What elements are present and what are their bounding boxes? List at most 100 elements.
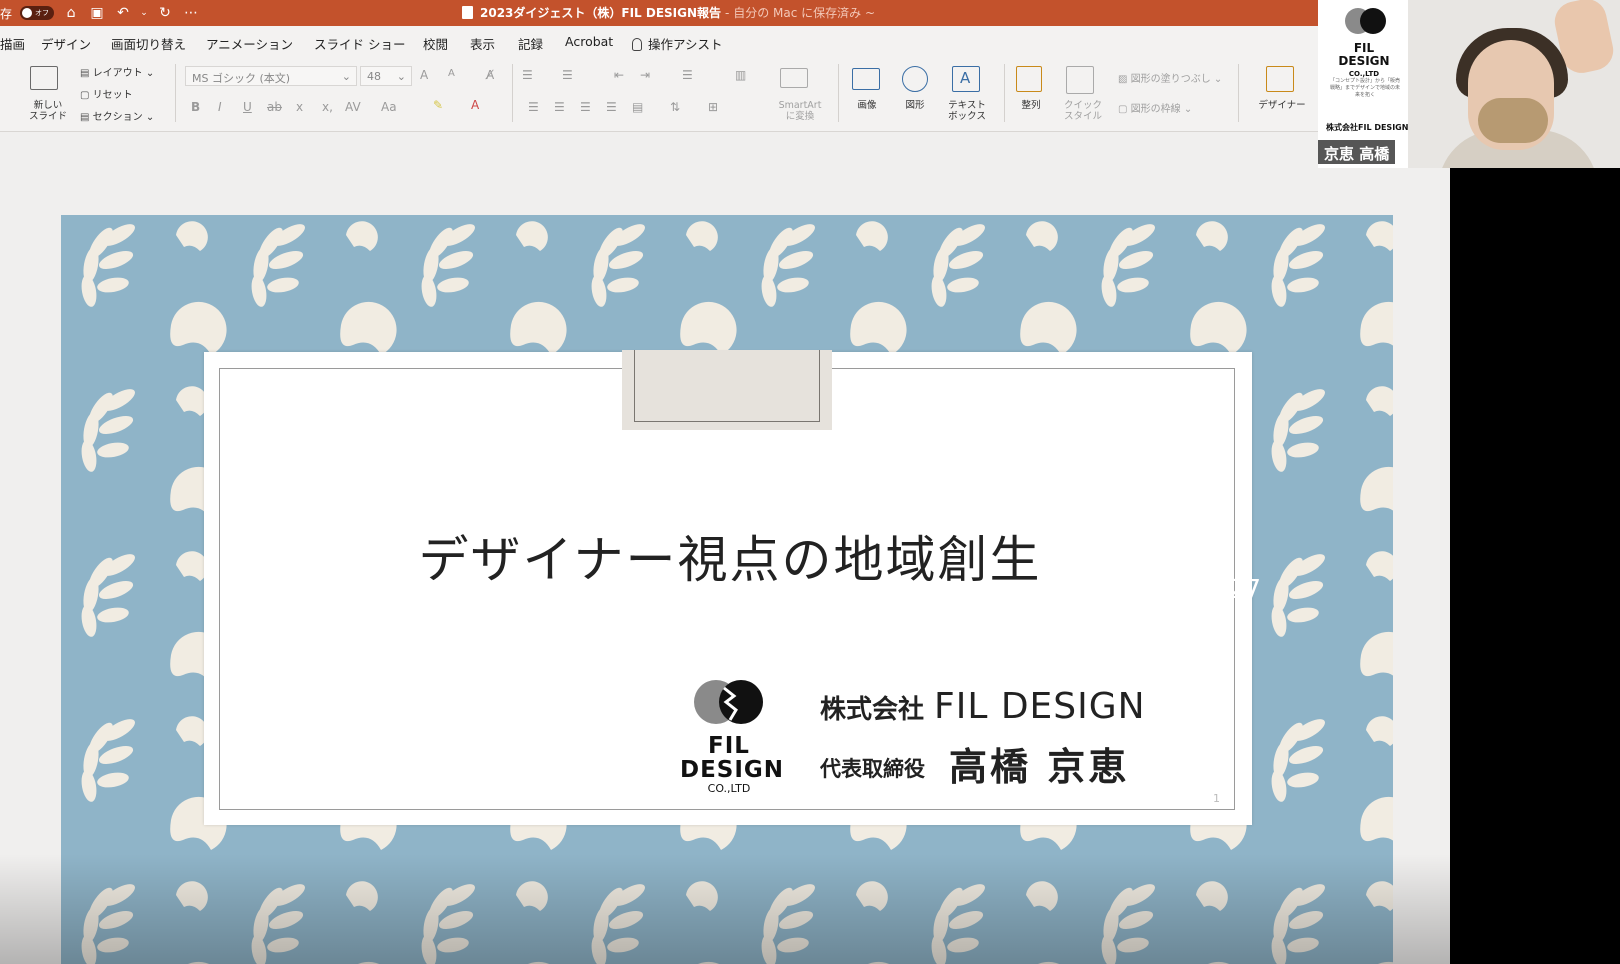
tell-me-assist[interactable]: 操作アシスト [632,34,723,53]
tab-draw[interactable]: 描画 [0,34,25,53]
underline-icon[interactable]: U [243,100,252,114]
ribbon-divider [838,64,839,122]
align-text-icon[interactable]: ⊞ [708,100,718,114]
tab-design[interactable]: デザイン [41,34,91,53]
designer-icon[interactable] [1266,66,1294,92]
increase-font-icon[interactable]: A [420,68,428,82]
layout-label: レイアウト [92,68,143,79]
textbox-icon[interactable]: A [952,66,980,92]
bottom-fade [0,854,1450,964]
char-spacing-icon[interactable]: AV [345,100,361,114]
section-button[interactable]: ▤ セクション ⌄ [80,108,154,123]
subscript-icon[interactable]: x, [322,100,333,114]
participant-video[interactable]: FIL DESIGN CO.,LTD 「コンセプト設計」から「販売戦略」までデザ… [1318,0,1620,168]
bullets-icon[interactable]: ☰ [522,68,533,82]
superscript-icon[interactable]: x [296,100,303,114]
font-size-select[interactable]: 48 ⌄ [360,66,412,86]
new-slide-button[interactable]: 新しい スライド [26,100,70,122]
ribbon-divider [175,64,176,122]
logo-text-fil: FIL [708,733,750,759]
text-direction-icon[interactable]: ⇅ [670,100,680,114]
quick-style-icon[interactable] [1066,66,1094,94]
designer-button[interactable]: デザイナー [1250,100,1314,111]
slide-page-number: 1 [1213,792,1220,805]
rep-role: 代表取締役 [820,757,925,781]
pen-icon: ▢ [1118,104,1131,115]
company-brand: FIL DESIGN [934,686,1146,727]
tab-acrobat[interactable]: Acrobat [565,34,613,49]
reset-button[interactable]: ▢ リセット [80,86,133,101]
save-status[interactable]: - 自分の Mac に保存済み ~ [725,4,875,21]
tab-review[interactable]: 校閲 [423,34,448,53]
shapes-icon[interactable] [902,66,928,92]
ribbon-divider [512,64,513,122]
participant-mask [1478,98,1548,143]
save-icon[interactable]: ▣ [88,4,106,22]
ribbon-toolbar: 新しい スライド ▤ レイアウト ⌄ ▢ リセット ▤ セクション ⌄ MS ゴ… [0,56,1318,132]
new-slide-icon[interactable] [30,66,58,90]
autosave-toggle[interactable]: オフ [20,6,55,20]
shapes-button[interactable]: 図形 [898,100,932,111]
shape-fill-button[interactable]: ▨ 図形の塗りつぶし ⌄ [1118,70,1222,85]
tab-transitions[interactable]: 画面切り替え [111,34,186,53]
mini-brand-design: DESIGN [1338,54,1390,68]
tab-slideshow[interactable]: スライド ショー [314,34,405,53]
highlight-icon[interactable]: ✎ [433,98,443,112]
chevron-down-icon[interactable]: ⌄ [140,4,148,22]
align-center-icon[interactable]: ☰ [554,100,565,114]
columns-icon[interactable]: ▥ [735,68,746,82]
assist-label: 操作アシスト [648,37,723,52]
company-name[interactable]: 株式会社 FIL DESIGN [820,686,1146,727]
clear-format-icon[interactable]: A̸ [486,68,494,82]
font-size-value: 48 [367,70,381,83]
increase-indent-icon[interactable]: ⇥ [640,68,650,82]
company-prefix: 株式会社 [820,695,925,725]
decrease-font-icon[interactable]: A [448,68,455,79]
image-icon[interactable] [852,68,880,90]
font-name-select[interactable]: MS ゴシック (本文) ⌄ [185,66,357,86]
font-name-value: MS ゴシック (本文) [192,72,291,85]
more-icon[interactable]: ⋯ [182,4,200,22]
align-left-icon[interactable]: ☰ [528,100,539,114]
image-button[interactable]: 画像 [850,100,884,111]
logo-text-co: CO.,LTD [707,782,751,795]
strikethrough-icon[interactable]: ab [267,100,282,114]
rep-name: 高橋 京恵 [949,745,1130,789]
redo-icon[interactable]: ↻ [156,4,174,22]
textbox-button[interactable]: テキスト ボックス [942,100,992,122]
quick-style-button[interactable]: クイック スタイル [1058,100,1108,122]
shape-outline-button[interactable]: ▢ 図形の枠線 ⌄ [1118,100,1192,115]
lightbulb-icon [632,38,642,51]
numbering-icon[interactable]: ☰ [562,68,573,82]
convert-smartart-button[interactable]: SmartArt に変換 [770,100,830,122]
decrease-indent-icon[interactable]: ⇤ [614,68,624,82]
arrange-button[interactable]: 整列 [1014,100,1048,111]
shape-fill-label: 図形の塗りつぶし [1130,74,1211,85]
tab-record[interactable]: 記録 [518,34,543,53]
bold-icon[interactable]: B [191,100,200,114]
home-icon[interactable]: ⌂ [62,4,80,22]
tab-animations[interactable]: アニメーション [206,34,293,53]
slide-title[interactable]: デザイナー視点の地域創生 [300,520,1160,592]
undo-icon[interactable]: ↶ [114,4,132,22]
justify-icon[interactable]: ☰ [606,100,617,114]
distributed-icon[interactable]: ▤ [632,100,643,114]
quick-access-toolbar: 存 オフ ⌂ ▣ ↶ ⌄ ↻ ⋯ [0,4,200,22]
representative[interactable]: 代表取締役 高橋 京恵 [820,736,1129,791]
align-right-icon[interactable]: ☰ [580,100,591,114]
font-color-icon[interactable]: A [471,98,479,112]
window-title: 2023ダイジェスト（株）FIL DESIGN報告 - 自分の Mac に保存済… [462,4,875,21]
autosave-label: 存 [0,6,13,21]
section-label: セクション [92,112,143,123]
change-case-icon[interactable]: Aa [381,100,397,114]
shape-outline-label: 図形の枠線 [1130,104,1181,115]
tab-view[interactable]: 表示 [470,34,495,53]
layout-button[interactable]: ▤ レイアウト ⌄ [80,64,154,79]
smartart-icon[interactable] [780,68,808,88]
ribbon-tabs: 描画 デザイン 画面切り替え アニメーション スライド ショー 校閲 表示 記録… [0,26,1318,56]
date-fragment: 27 [1228,575,1262,605]
participant-name: 京恵 高橋 [1318,140,1396,164]
italic-icon[interactable]: I [218,100,222,114]
arrange-icon[interactable] [1016,66,1042,92]
line-spacing-icon[interactable]: ☰ [682,68,693,82]
